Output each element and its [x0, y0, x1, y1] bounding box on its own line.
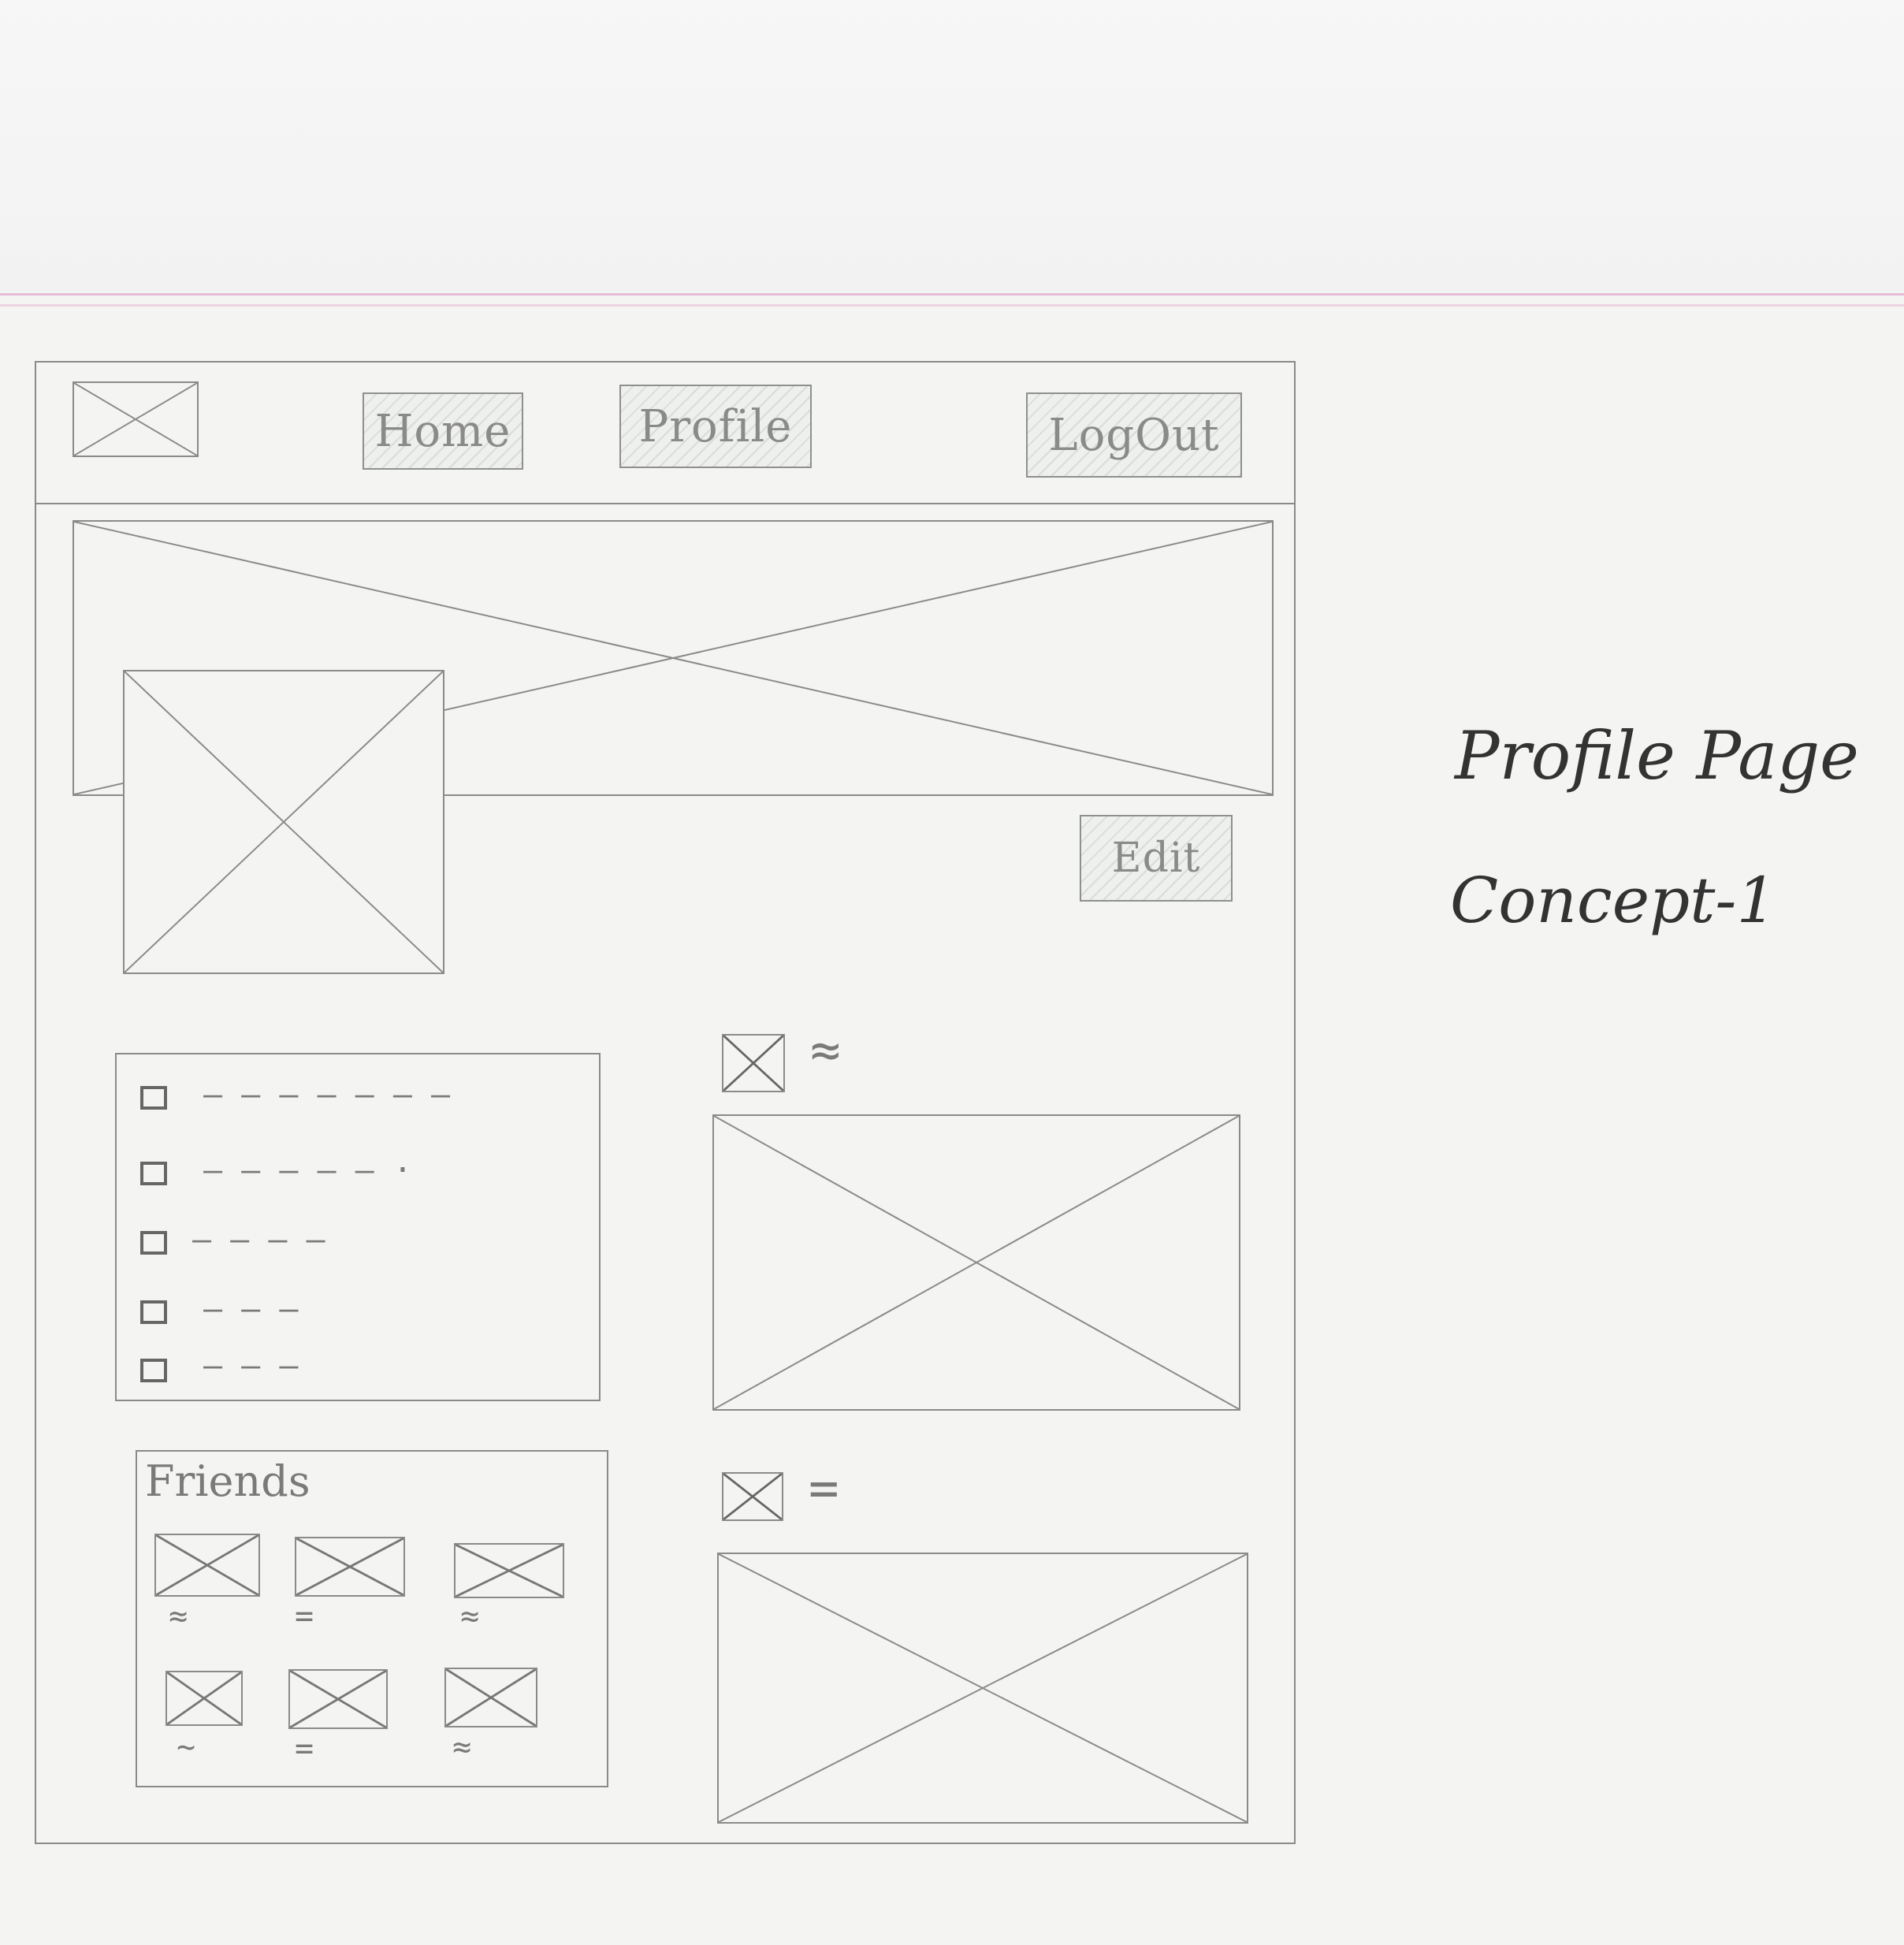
concept-subtitle: Concept-1 [1450, 864, 1777, 937]
post-image[interactable] [717, 1553, 1248, 1824]
margin-line [0, 293, 1904, 296]
post-author-avatar[interactable] [722, 1472, 783, 1521]
friend-name: ≈ [169, 1598, 188, 1634]
friend-avatar[interactable] [154, 1534, 260, 1597]
post-image[interactable] [712, 1114, 1240, 1411]
list-item-text: — — — — — — — [203, 1077, 451, 1113]
list-checkbox[interactable] [140, 1300, 167, 1324]
paper-top [0, 0, 1904, 292]
list-checkbox[interactable] [140, 1086, 167, 1110]
edit-profile-button[interactable]: Edit [1080, 815, 1233, 902]
list-checkbox[interactable] [140, 1162, 167, 1185]
friend-avatar[interactable] [165, 1671, 243, 1726]
list-item-text: — — — — — · [203, 1152, 412, 1188]
post-author-name: = [809, 1460, 839, 1518]
profile-picture[interactable] [123, 670, 444, 974]
friends-panel: Friends ≈ = ≈ ~ = ≈ [136, 1450, 608, 1787]
list-item-text: — — — [203, 1291, 299, 1327]
friends-title: Friends [145, 1456, 311, 1506]
friend-avatar[interactable] [295, 1537, 405, 1597]
list-item-text: — — — [203, 1348, 299, 1384]
friend-name: ≈ [452, 1729, 472, 1765]
friend-avatar[interactable] [444, 1668, 537, 1727]
home-button[interactable]: Home [363, 392, 523, 470]
friend-avatar[interactable] [288, 1669, 388, 1729]
logo-image[interactable] [73, 381, 199, 457]
post-author-name: ≈ [810, 1021, 841, 1080]
list-checkbox[interactable] [140, 1359, 167, 1382]
logout-button[interactable]: LogOut [1026, 392, 1242, 478]
info-list-panel: — — — — — — — — — — — — · — — — — — — — … [115, 1053, 601, 1401]
list-item-text: — — — — [192, 1222, 325, 1258]
post-author-avatar[interactable] [722, 1034, 785, 1092]
friend-name: ~ [177, 1729, 196, 1765]
friend-name: = [295, 1598, 314, 1634]
friend-name: ≈ [460, 1598, 480, 1634]
concept-title: Profile Page [1455, 717, 1859, 794]
profile-button[interactable]: Profile [619, 385, 812, 468]
margin-line-2 [0, 304, 1904, 307]
list-checkbox[interactable] [140, 1231, 167, 1255]
friend-name: = [295, 1731, 314, 1767]
friend-avatar[interactable] [454, 1543, 564, 1598]
